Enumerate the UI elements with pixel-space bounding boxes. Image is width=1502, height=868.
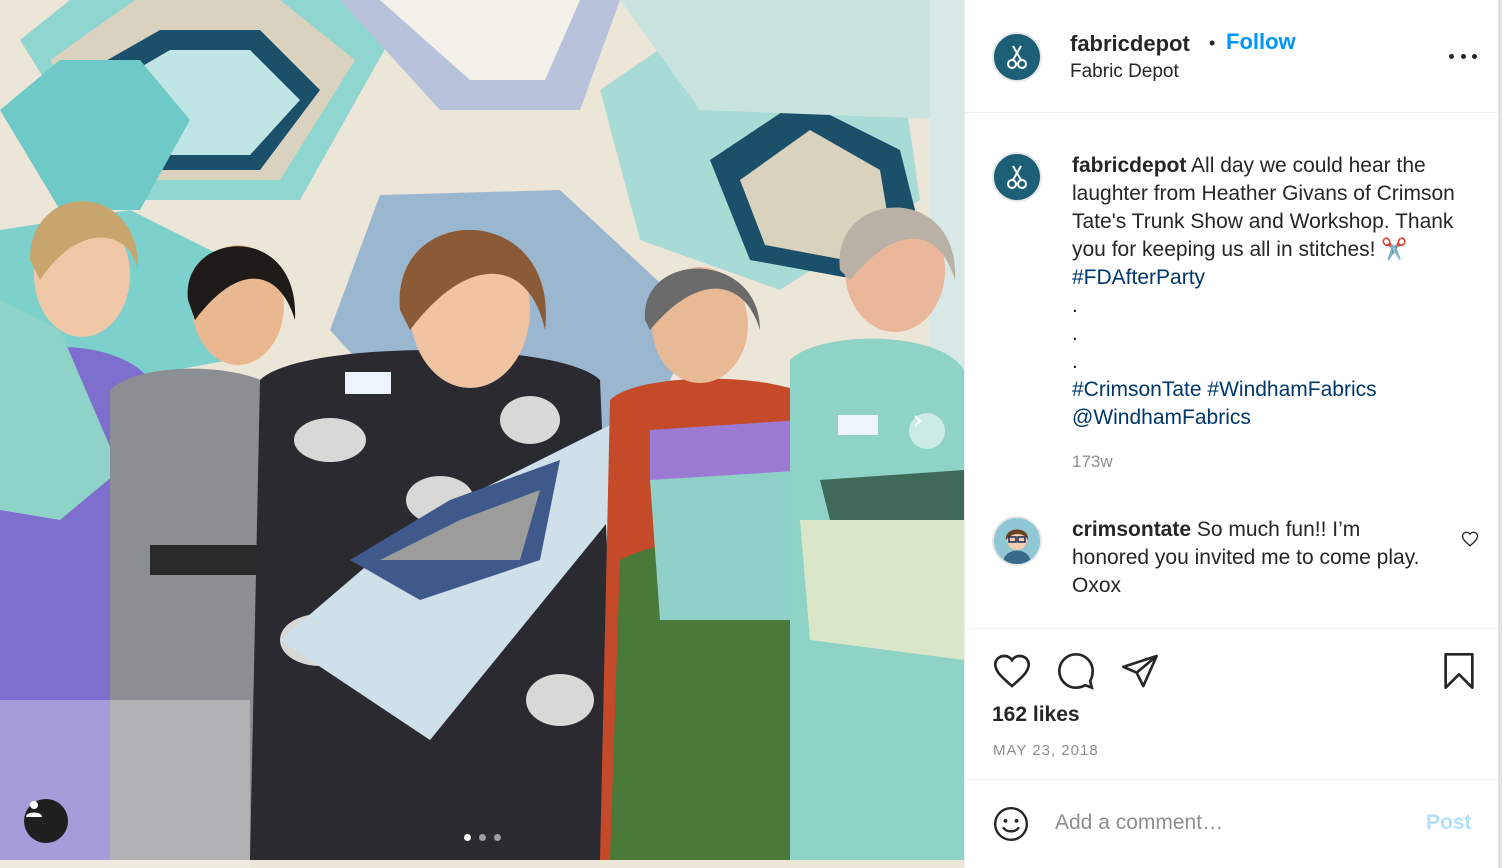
share-icon[interactable] [1120,651,1160,691]
caption-username[interactable]: fabricdepot [1072,154,1186,177]
post-author-username[interactable]: fabricdepot [1070,31,1190,57]
likes-count[interactable]: 162 likes [992,703,1080,727]
post-photo[interactable] [0,0,964,868]
photo-illustration [0,0,964,868]
carousel-dot [494,834,501,841]
heart-icon[interactable] [992,651,1032,691]
post-comment-button[interactable]: Post [1426,811,1472,835]
carousel-dot [464,834,471,841]
hashtag-link[interactable]: #WindhamFabrics [1207,378,1376,401]
mention-link[interactable]: @WindhamFabrics [1072,406,1251,429]
bookmark-icon[interactable] [1439,651,1479,691]
caption-dot: . [1072,294,1078,317]
comment-input[interactable] [1055,808,1395,838]
carousel-indicator [464,834,501,841]
emoji-icon[interactable] [992,805,1030,843]
post-side-panel: fabricdepot • Follow Fabric Depot fabric… [964,0,1502,868]
follow-button[interactable]: Follow [1226,29,1296,55]
photo-user-tag-button[interactable] [24,799,68,843]
comment-like-icon[interactable] [1461,530,1479,548]
scissors-icon [1007,45,1027,69]
caption-timestamp[interactable]: 173w [1072,452,1113,472]
post-date[interactable]: MAY 23, 2018 [993,742,1099,759]
chevron-right-icon [914,415,922,427]
scissors-icon [1007,165,1027,189]
caption-dot: . [1072,322,1078,345]
avatar[interactable] [992,516,1042,566]
hashtag-link[interactable]: #FDAfterParty [1072,266,1205,289]
post-actions: 162 likes MAY 23, 2018 [965,628,1499,798]
caption-text: fabricdepot All day we could hear the la… [1072,152,1482,432]
caption-dot: . [1072,350,1078,373]
header-separator: • [1209,33,1216,53]
carousel-dot [479,834,486,841]
comment-icon[interactable] [1056,651,1096,691]
person-icon [26,801,42,817]
more-options-icon[interactable] [1449,46,1477,66]
comment-text: crimsontate So much fun!! I’m honored yo… [1072,516,1432,600]
post-author-fullname: Fabric Depot [1070,61,1179,82]
hashtag-link[interactable]: #CrimsonTate [1072,378,1202,401]
avatar[interactable] [992,152,1042,202]
avatar[interactable] [992,32,1042,82]
comment-username[interactable]: crimsontate [1072,518,1191,541]
commenter-avatar-image [994,518,1040,564]
carousel-next-button[interactable] [909,413,945,449]
add-comment-bar: Post [965,779,1499,868]
post-header: fabricdepot • Follow Fabric Depot [965,0,1499,113]
